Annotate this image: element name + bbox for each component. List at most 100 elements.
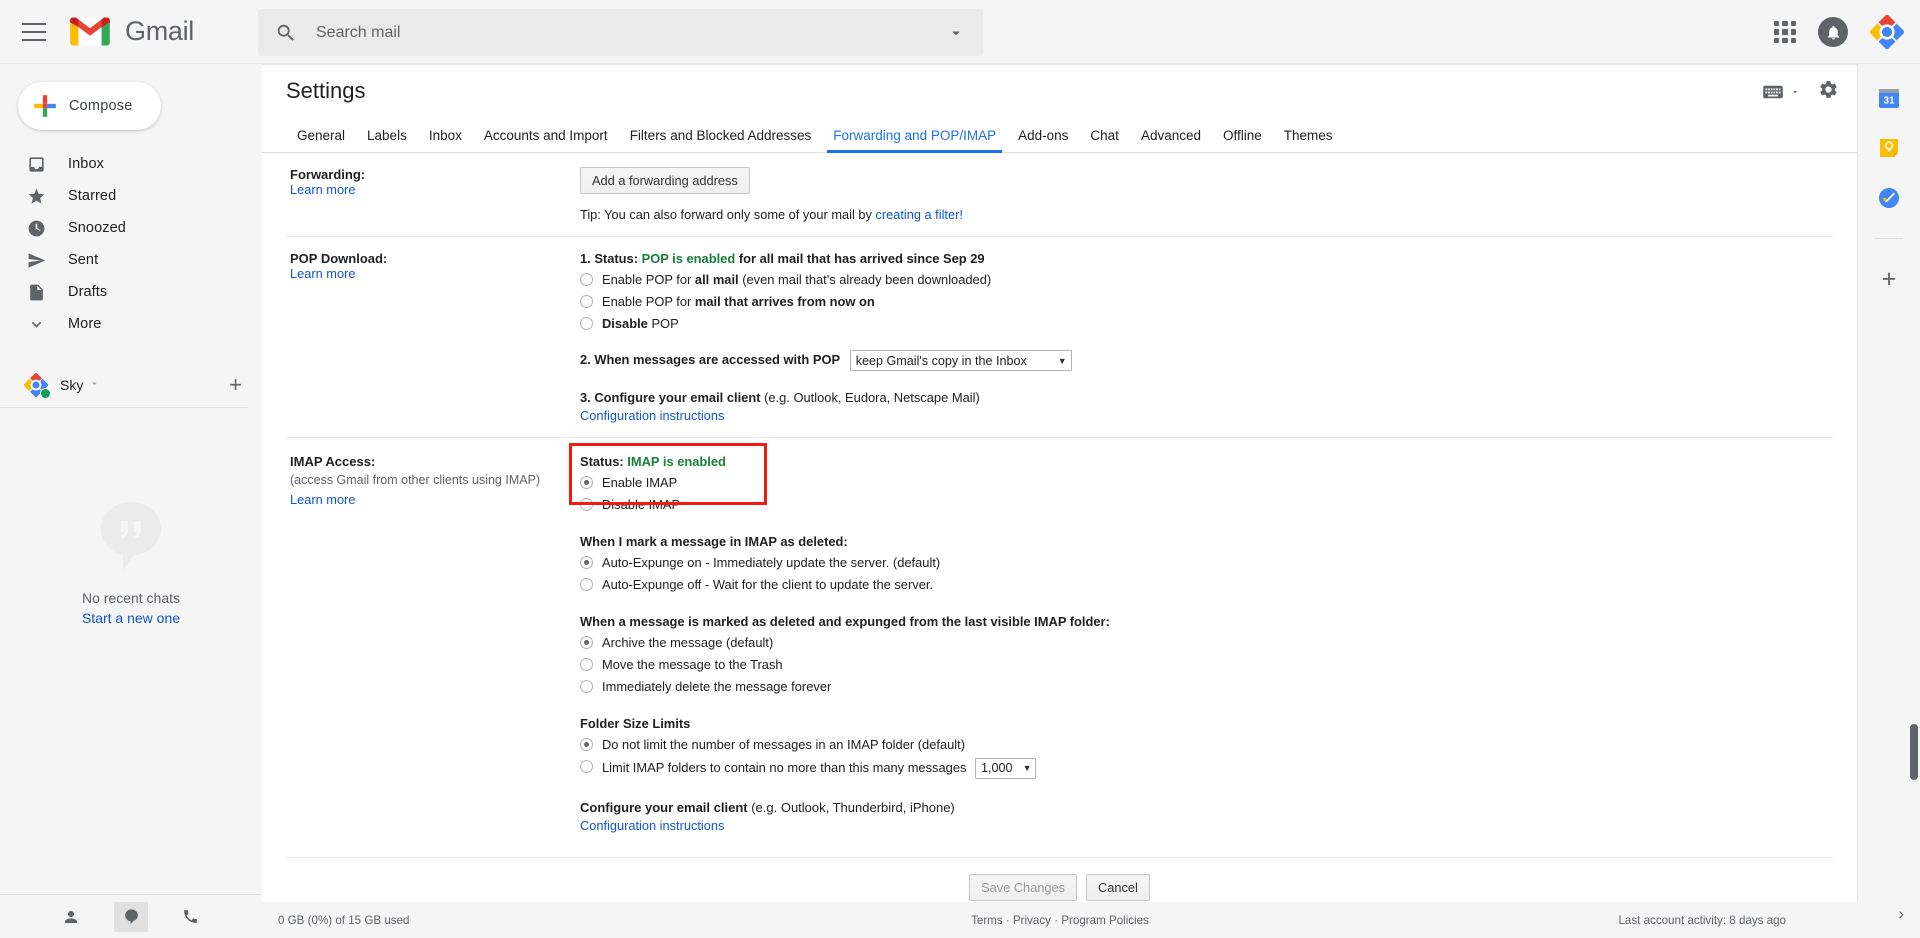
cancel-button[interactable]: Cancel [1086, 874, 1150, 901]
hamburger-icon[interactable] [22, 22, 46, 41]
creating-a-filter-link[interactable]: creating a filter! [875, 207, 963, 222]
tab-inbox[interactable]: Inbox [418, 128, 473, 152]
hangouts-icon[interactable] [114, 901, 148, 932]
imap-configure-row: Configure your email client (e.g. Outloo… [580, 800, 1833, 833]
imap-folder-limit[interactable]: Limit IMAP folders to contain no more th… [580, 758, 1833, 779]
imap-expunge-on-label[interactable]: Auto-Expunge on - Immediately update the… [602, 554, 940, 571]
start-new-chat-link[interactable]: Start a new one [82, 610, 180, 626]
imap-expunge-on[interactable]: Auto-Expunge on - Immediately update the… [580, 554, 1833, 571]
pop-option-all-mail[interactable]: Enable POP for all mail (even mail that'… [580, 271, 1833, 288]
chevron-down-icon [1792, 91, 1798, 94]
radio-delete-forever[interactable] [580, 680, 593, 693]
tab-themes[interactable]: Themes [1273, 128, 1344, 152]
tab-labels[interactable]: Labels [356, 128, 418, 152]
forwarding-learn-more-link[interactable]: Learn more [290, 182, 568, 197]
sidebar-item-more[interactable]: More [0, 308, 262, 340]
pop-option-from-now-on[interactable]: Enable POP for mail that arrives from no… [580, 293, 1833, 310]
tab-add-ons[interactable]: Add-ons [1007, 128, 1079, 152]
chat-empty-text: No recent chats [81, 590, 181, 606]
privacy-link[interactable]: Privacy [1013, 914, 1051, 927]
apps-grid-icon[interactable] [1774, 21, 1796, 43]
compose-button[interactable]: Compose [18, 82, 161, 130]
save-changes-button[interactable]: Save Changes [969, 874, 1078, 901]
tab-filters-and-blocked-addresses[interactable]: Filters and Blocked Addresses [619, 128, 823, 152]
imap-folder-size-group: Folder Size Limits Do not limit the numb… [580, 716, 1833, 779]
imap-expunge-off-label[interactable]: Auto-Expunge off - Wait for the client t… [602, 576, 933, 593]
imap-folder-nolimit[interactable]: Do not limit the number of messages in a… [580, 736, 1833, 753]
tab-advanced[interactable]: Advanced [1130, 128, 1212, 152]
add-rail-app-button[interactable]: + [1882, 267, 1897, 292]
radio-pop-from-now-on[interactable] [580, 295, 593, 308]
search-options-icon[interactable] [929, 24, 983, 42]
pop-option-post: (even mail that's already been downloade… [738, 272, 992, 287]
tab-offline[interactable]: Offline [1212, 128, 1273, 152]
search-icon[interactable] [258, 22, 314, 44]
imap-learn-more-link[interactable]: Learn more [290, 492, 568, 507]
radio-move-to-trash[interactable] [580, 658, 593, 671]
program-policies-link[interactable]: Program Policies [1061, 914, 1149, 927]
calendar-icon[interactable]: 31 [1877, 86, 1901, 110]
imap-option-enable[interactable]: Enable IMAP [580, 474, 1833, 491]
imap-enable-label[interactable]: Enable IMAP [602, 474, 677, 491]
gmail-logo[interactable]: Gmail [68, 15, 194, 48]
imap-deleted-option-label[interactable]: Archive the message (default) [602, 634, 773, 651]
account-avatar[interactable] [1870, 15, 1904, 49]
form-actions: Save Changes Cancel [286, 857, 1833, 902]
phone-icon[interactable] [182, 908, 199, 925]
sidebar-item-sent[interactable]: Sent [0, 244, 262, 276]
tab-chat[interactable]: Chat [1079, 128, 1130, 152]
imap-deleted-trash[interactable]: Move the message to the Trash [580, 656, 1833, 673]
pop-option-bold: mail that arrives from now on [694, 294, 875, 309]
keep-icon[interactable] [1877, 136, 1901, 160]
pop-learn-more-link[interactable]: Learn more [290, 266, 568, 281]
pop-access-select[interactable]: keep Gmail's copy in the Inbox ▼ [849, 350, 1072, 371]
notifications-bell-icon[interactable] [1818, 17, 1848, 47]
imap-deleted-forever[interactable]: Immediately delete the message forever [580, 678, 1833, 695]
sidebar-item-starred[interactable]: Starred [0, 180, 262, 212]
imap-folder-option-label[interactable]: Do not limit the number of messages in a… [602, 736, 965, 753]
radio-folder-limit[interactable] [580, 760, 593, 773]
radio-disable-imap[interactable] [580, 498, 593, 511]
radio-pop-disable[interactable] [580, 317, 593, 330]
imap-deleted-option-label[interactable]: Immediately delete the message forever [602, 678, 831, 695]
pop-label: POP Download: [290, 251, 388, 266]
imap-disable-label[interactable]: Disable IMAP [602, 496, 680, 513]
imap-option-disable[interactable]: Disable IMAP [580, 496, 1833, 513]
terms-link[interactable]: Terms [971, 914, 1003, 927]
pop-configuration-instructions-link[interactable]: Configuration instructions [580, 408, 1833, 423]
sidebar-item-snoozed[interactable]: Snoozed [0, 212, 262, 244]
tab-general[interactable]: General [286, 128, 356, 152]
chat-account-row[interactable]: Sky + [0, 368, 248, 408]
tasks-icon[interactable] [1877, 186, 1901, 210]
imap-deleted-option-label[interactable]: Move the message to the Trash [602, 656, 783, 673]
radio-auto-expunge-on[interactable] [580, 556, 593, 569]
add-forwarding-address-button[interactable]: Add a forwarding address [580, 167, 750, 194]
new-chat-button[interactable]: + [229, 373, 242, 396]
contacts-icon[interactable] [62, 908, 80, 926]
settings-panel: Settings General Labels Inbox Accounts a… [262, 64, 1858, 902]
folder-limit-select[interactable]: 1,000 ▼ [975, 758, 1037, 779]
calendar-day-number: 31 [1883, 96, 1895, 107]
imap-configuration-instructions-link[interactable]: Configuration instructions [580, 818, 1833, 833]
collapse-rail-chevron-icon[interactable]: › [1898, 904, 1904, 924]
pop-option-disable[interactable]: Disable POP [580, 315, 1833, 332]
rail-scrollbar[interactable] [1910, 724, 1918, 780]
tab-forwarding-and-pop-imap[interactable]: Forwarding and POP/IMAP [822, 128, 1007, 153]
tab-accounts-and-import[interactable]: Accounts and Import [473, 128, 619, 152]
inbox-icon [26, 154, 46, 174]
input-tools-button[interactable] [1762, 84, 1800, 100]
settings-gear-icon[interactable] [1818, 79, 1839, 105]
sidebar-item-inbox[interactable]: Inbox [0, 148, 262, 180]
search-bar[interactable] [258, 9, 983, 56]
radio-archive-message[interactable] [580, 636, 593, 649]
sidebar-item-drafts[interactable]: Drafts [0, 276, 262, 308]
search-input[interactable] [314, 22, 929, 43]
right-side-rail: 31 + › [1858, 64, 1920, 938]
chat-chevron-down-icon[interactable] [89, 376, 100, 394]
imap-deleted-archive[interactable]: Archive the message (default) [580, 634, 1833, 651]
imap-expunge-off[interactable]: Auto-Expunge off - Wait for the client t… [580, 576, 1833, 593]
radio-pop-all-mail[interactable] [580, 273, 593, 286]
radio-no-folder-limit[interactable] [580, 738, 593, 751]
radio-enable-imap[interactable] [580, 476, 593, 489]
radio-auto-expunge-off[interactable] [580, 578, 593, 591]
